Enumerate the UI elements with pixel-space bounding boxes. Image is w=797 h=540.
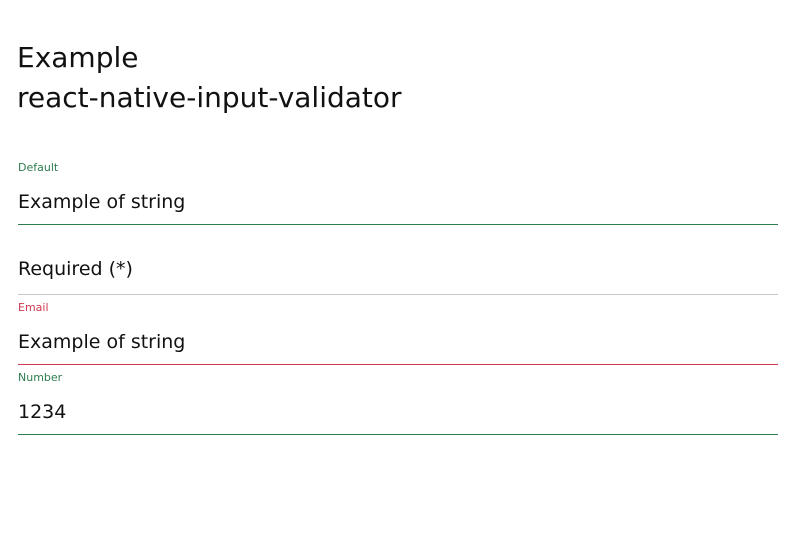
page-title: Example react-native-input-validator [17, 38, 777, 118]
required-input[interactable]: Required (*) [18, 256, 778, 282]
app-screen: Example react-native-input-validator Def… [0, 0, 797, 540]
number-input[interactable]: 1234 [18, 399, 778, 425]
title-line-1: Example [17, 41, 139, 74]
email-field-underline [18, 364, 778, 365]
default-field-label: Default [18, 161, 59, 174]
email-input[interactable]: Example of string [18, 329, 778, 355]
number-field: Number 1234 [18, 370, 778, 438]
email-field: Email Example of string [18, 300, 778, 368]
email-field-label: Email [18, 301, 49, 314]
number-field-label: Number [18, 371, 63, 384]
required-field: Required (*) [18, 230, 778, 298]
default-field: Default Example of string [18, 160, 778, 228]
number-field-underline [18, 434, 778, 435]
default-input[interactable]: Example of string [18, 189, 778, 215]
title-line-2: react-native-input-validator [17, 81, 402, 114]
default-field-underline [18, 224, 778, 225]
required-field-underline [18, 294, 778, 295]
